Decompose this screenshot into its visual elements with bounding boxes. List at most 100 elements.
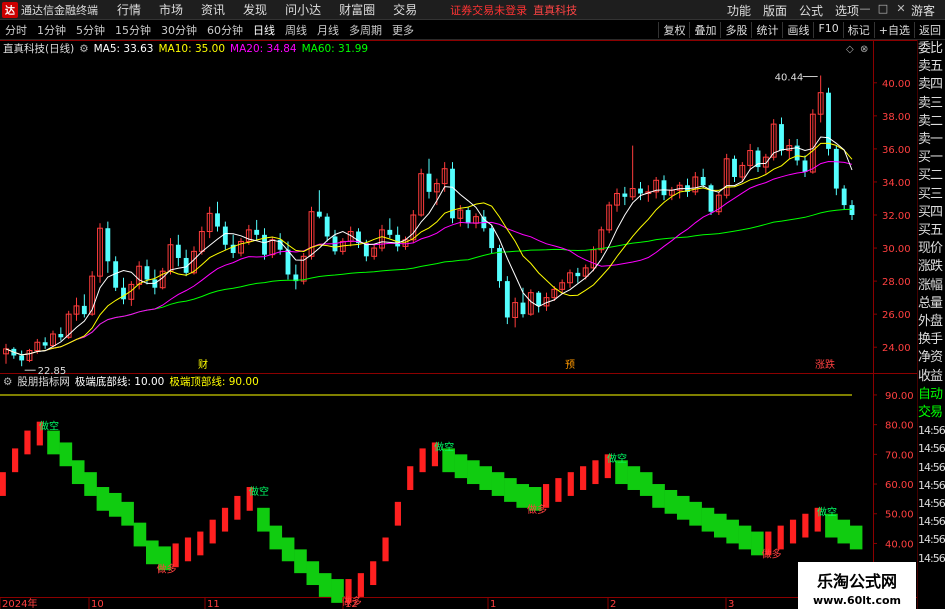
period-weekly[interactable]: 周线 bbox=[280, 22, 312, 38]
indicator-bar-down bbox=[467, 460, 480, 485]
candle-body-down bbox=[520, 302, 526, 315]
period-daily[interactable]: 日线 bbox=[248, 22, 280, 38]
login-warning[interactable]: 证券交易未登录 直真科技 bbox=[450, 2, 577, 18]
period-timeshare[interactable]: 分时 bbox=[0, 22, 32, 38]
candle-body-down bbox=[42, 342, 48, 346]
price-tick-label: 40.00 bbox=[882, 79, 911, 90]
maximize-button[interactable]: □ bbox=[875, 1, 891, 17]
indicator-bar-up bbox=[184, 537, 192, 562]
candle-body-down bbox=[489, 228, 495, 249]
price-tick-label: 38.00 bbox=[882, 112, 911, 123]
chart-toolbar: 复权 叠加 多股 统计 画线 F10 标记 +自选 返回 bbox=[658, 22, 945, 38]
indicator-bar-down bbox=[59, 442, 73, 467]
panel-label: 总量 bbox=[918, 295, 943, 311]
period-30min[interactable]: 30分钟 bbox=[156, 22, 202, 38]
auto-trade-label[interactable]: 自动 bbox=[918, 386, 945, 404]
menu-trade[interactable]: 交易 bbox=[384, 1, 426, 18]
indicator-name: 股朋指标网 bbox=[17, 376, 70, 388]
stats-button[interactable]: 统计 bbox=[751, 22, 782, 38]
sub-settings-icon[interactable]: ⚙ bbox=[3, 376, 12, 388]
period-15min[interactable]: 15分钟 bbox=[110, 22, 156, 38]
kline-chart[interactable]: 40.00 38.00 36.00 34.00 32.00 30.00 28.00 26.00… bbox=[0, 40, 917, 609]
ma60-value: MA60: 31.99 bbox=[301, 42, 369, 55]
period-multi[interactable]: 多周期 bbox=[344, 22, 387, 38]
menu-market[interactable]: 市场 bbox=[150, 1, 192, 18]
menu-news[interactable]: 资讯 bbox=[192, 1, 234, 18]
period-more[interactable]: 更多 bbox=[387, 22, 419, 38]
candle-body-down bbox=[121, 287, 126, 300]
indicator-bar-up bbox=[419, 448, 426, 473]
long-signal-label: 做多 bbox=[527, 503, 547, 516]
indicator-bar-down bbox=[269, 525, 283, 550]
candle-body-down bbox=[661, 180, 667, 196]
indicator-bar-down bbox=[849, 525, 863, 550]
candle-body-down bbox=[700, 176, 706, 186]
menu-function[interactable]: 功能 bbox=[721, 2, 757, 19]
menu-formula[interactable]: 公式 bbox=[793, 2, 829, 19]
indicator-bar-down bbox=[133, 522, 147, 547]
indicator-bar-up bbox=[0, 472, 6, 496]
panel-label: 买五 bbox=[918, 223, 943, 239]
indicator-bar-up bbox=[555, 478, 562, 502]
auto-trade-label[interactable]: 交易 bbox=[918, 404, 945, 422]
indicator-bar-down bbox=[146, 540, 159, 565]
candle-body-down bbox=[395, 234, 401, 247]
sub-tick-label: 80.00 bbox=[885, 421, 914, 432]
main-indicator-info: 直真科技(日线) ⚙ MA5: 33.63 MA10: 35.00 MA20: … bbox=[0, 41, 373, 56]
long-signal-label: 做多 bbox=[762, 547, 782, 560]
pane-diamond-icon: ◇ bbox=[846, 44, 854, 55]
ma5-value: MA5: 33.63 bbox=[93, 42, 154, 55]
period-5min[interactable]: 5分钟 bbox=[71, 22, 110, 38]
indicator-bar-up bbox=[394, 501, 401, 526]
period-1min[interactable]: 1分钟 bbox=[32, 22, 71, 38]
short-signal-label: 做空 bbox=[249, 485, 269, 498]
indicator-bar-up bbox=[234, 495, 241, 520]
adjust-button[interactable]: 复权 bbox=[658, 22, 689, 38]
candle-body-down bbox=[465, 210, 471, 224]
period-monthly[interactable]: 月线 bbox=[312, 22, 344, 38]
indicator-bar-up bbox=[209, 519, 216, 544]
panel-label: 涨跌 bbox=[918, 259, 943, 275]
indicator-bar-down bbox=[504, 478, 517, 502]
indicator-bar-down bbox=[121, 501, 134, 526]
app-title: 通达信金融终端 bbox=[21, 3, 98, 17]
minimize-button[interactable]: — bbox=[857, 1, 873, 17]
pane-close-icon: ⊗ bbox=[860, 44, 868, 55]
menu-ask[interactable]: 问小达 bbox=[276, 1, 330, 18]
watermark-title: 乐淘公式网 bbox=[816, 572, 897, 591]
menu-wealth[interactable]: 财富圈 bbox=[330, 1, 384, 18]
price-tick-label: 24.00 bbox=[882, 343, 911, 354]
panel-label: 卖二 bbox=[918, 113, 943, 129]
overlay-button[interactable]: 叠加 bbox=[689, 22, 720, 38]
indicator-bar-down bbox=[701, 507, 715, 532]
f10-button[interactable]: F10 bbox=[813, 22, 842, 38]
menu-discover[interactable]: 发现 bbox=[234, 1, 276, 18]
title-bar: 达 通达信金融终端 行情 市场 资讯 发现 问小达 财富圈 交易 证券交易未登录… bbox=[0, 0, 945, 20]
price-tick-label: 28.00 bbox=[882, 277, 911, 288]
period-60min[interactable]: 60分钟 bbox=[202, 22, 248, 38]
indicator-bar-up bbox=[382, 537, 389, 562]
menu-quotes[interactable]: 行情 bbox=[108, 1, 150, 18]
short-signal-label: 做空 bbox=[39, 420, 59, 433]
sub-tick-label: 90.00 bbox=[885, 391, 914, 402]
app-logo: 达 bbox=[2, 1, 18, 18]
date-tick-label: 1 bbox=[490, 599, 496, 609]
guest-label[interactable]: 游客 bbox=[911, 2, 935, 19]
indicator-bar-down bbox=[108, 492, 122, 517]
indicator-bar-down bbox=[664, 489, 678, 514]
indicator-bar-down bbox=[676, 495, 690, 520]
draw-button[interactable]: 画线 bbox=[782, 22, 813, 38]
settings-icon[interactable]: ⚙ bbox=[79, 43, 88, 55]
multi-stock-button[interactable]: 多股 bbox=[720, 22, 751, 38]
close-button[interactable]: ✕ bbox=[893, 1, 909, 17]
event-tag: 涨跌 bbox=[815, 358, 835, 371]
candle-body-down bbox=[802, 160, 808, 173]
indicator-bar-down bbox=[454, 454, 468, 479]
indicator-bar-up bbox=[197, 531, 204, 556]
mark-button[interactable]: 标记 bbox=[842, 22, 874, 38]
add-watchlist-button[interactable]: +自选 bbox=[873, 22, 914, 38]
menu-layout[interactable]: 版面 bbox=[757, 2, 793, 19]
back-button[interactable]: 返回 bbox=[914, 22, 945, 38]
period-toolbar: 分时 1分钟 5分钟 15分钟 30分钟 60分钟 日线 周线 月线 多周期 更… bbox=[0, 21, 945, 40]
indicator-bar-up bbox=[357, 573, 364, 597]
